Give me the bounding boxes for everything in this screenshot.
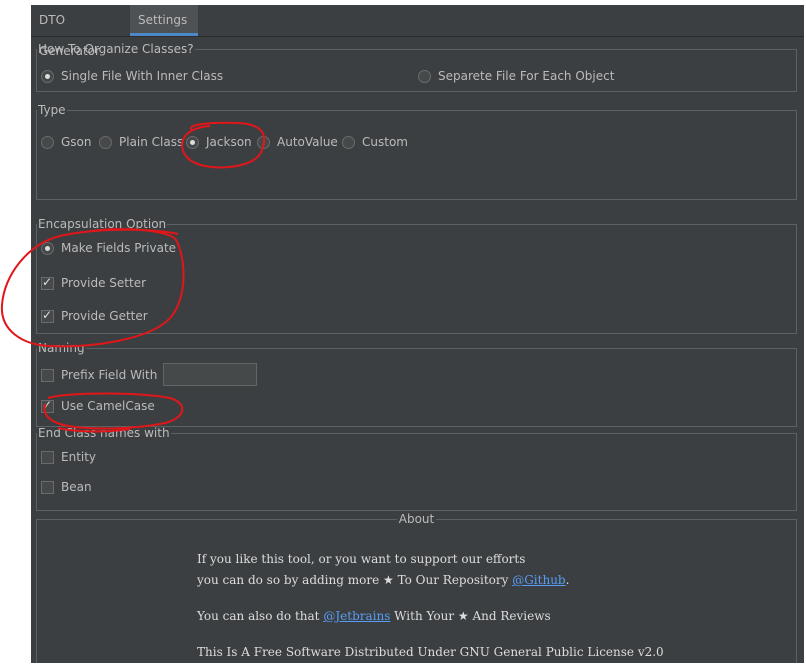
use-camelcase-label: Use CamelCase [61, 399, 155, 413]
prefix-field-input[interactable] [163, 363, 257, 386]
radio-custom-label: Custom [362, 135, 408, 149]
bean-label: Bean [61, 480, 92, 494]
settings-window: DTO Generator Settings How To Organize C… [31, 5, 804, 663]
about-line-4: This Is A Free Software Distributed Unde… [197, 645, 664, 659]
naming-legend: Naming [38, 341, 85, 355]
radio-icon [186, 135, 199, 149]
checkbox-use-camelcase[interactable]: Use CamelCase [41, 398, 155, 413]
jetbrains-link[interactable]: @Jetbrains [323, 609, 390, 623]
organize-group: How To Organize Classes? [36, 42, 797, 92]
radio-single-file[interactable]: Single File With Inner Class [41, 69, 223, 83]
radio-icon [418, 69, 431, 83]
provide-setter-label: Provide Setter [61, 276, 147, 290]
prefix-field-label: Prefix Field With [61, 368, 158, 382]
naming-group: Naming [36, 341, 797, 427]
radio-autovalue-label: AutoValue [277, 135, 338, 149]
checkbox-icon [41, 275, 54, 290]
organize-legend: How To Organize Classes? [38, 42, 194, 56]
end-class-group: End Class names with [36, 426, 797, 511]
about-line-2: you can do so by adding more ★ To Our Re… [197, 573, 569, 587]
radio-jackson[interactable]: Jackson [186, 135, 252, 149]
checkbox-bean[interactable]: Bean [41, 480, 92, 494]
encapsulation-group: Encapsulation Option [36, 217, 797, 334]
radio-gson[interactable]: Gson [41, 135, 92, 149]
radio-jackson-label: Jackson [206, 135, 252, 149]
checkbox-provide-getter[interactable]: Provide Getter [41, 308, 148, 323]
about-line-3-end: With Your ★ And Reviews [390, 609, 551, 623]
radio-custom[interactable]: Custom [342, 135, 408, 149]
about-line-2-text: you can do so by adding more ★ To Our Re… [197, 573, 513, 587]
checkbox-prefix-field[interactable]: Prefix Field With [41, 368, 157, 382]
github-link[interactable]: @Github [512, 573, 565, 587]
about-line-3: You can also do that @Jetbrains With You… [197, 609, 551, 623]
radio-icon [41, 69, 54, 83]
radio-autovalue[interactable]: AutoValue [257, 135, 338, 149]
entity-label: Entity [61, 450, 97, 464]
checkbox-icon [41, 480, 54, 494]
type-group: Type [36, 103, 797, 200]
radio-gson-label: Gson [61, 135, 92, 149]
about-line-1: If you like this tool, or you want to su… [197, 552, 526, 566]
radio-separate-file[interactable]: Separete File For Each Object [418, 69, 614, 83]
radio-plain-class[interactable]: Plain Class [99, 135, 183, 149]
radio-plain-class-label: Plain Class [119, 135, 184, 149]
about-line-3-text: You can also do that [197, 609, 324, 623]
radio-single-file-label: Single File With Inner Class [61, 69, 224, 83]
provide-getter-label: Provide Getter [61, 309, 148, 323]
make-fields-private-label: Make Fields Private [61, 241, 177, 255]
checkbox-icon [41, 450, 54, 464]
tab-settings[interactable]: Settings [130, 5, 198, 36]
encapsulation-legend: Encapsulation Option [38, 217, 167, 231]
checkbox-icon [41, 368, 54, 382]
checkbox-entity[interactable]: Entity [41, 450, 96, 464]
about-group: About [36, 512, 797, 663]
radio-icon [342, 135, 355, 149]
radio-icon [257, 135, 270, 149]
tab-dto-generator[interactable]: DTO Generator [31, 5, 125, 58]
radio-separate-file-label: Separete File For Each Object [438, 69, 615, 83]
checkbox-icon [41, 398, 54, 413]
radio-icon [41, 241, 54, 255]
tab-bar: DTO Generator Settings [31, 5, 804, 58]
radio-icon [41, 135, 54, 149]
radio-icon [99, 135, 112, 149]
end-class-legend: End Class names with [38, 426, 170, 440]
about-legend: About [398, 512, 435, 526]
checkbox-provide-setter[interactable]: Provide Setter [41, 275, 147, 290]
radio-make-fields-private[interactable]: Make Fields Private [41, 241, 176, 255]
about-line-2-end: . [565, 573, 570, 587]
type-legend: Type [38, 103, 66, 117]
checkbox-icon [41, 308, 54, 323]
